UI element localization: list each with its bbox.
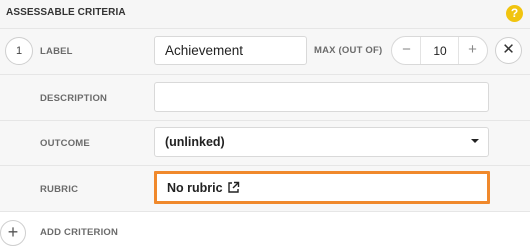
rubric-value: No rubric — [167, 181, 223, 195]
criterion-label-input[interactable]: Achievement — [154, 36, 307, 65]
max-out-of-label: MAX (OUT OF) — [314, 45, 383, 56]
stepper-divider — [420, 37, 421, 64]
increment-button[interactable]: + — [462, 40, 483, 61]
section-title: ASSESSABLE CRITERIA — [6, 7, 126, 18]
outcome-select[interactable]: (unlinked) — [154, 127, 489, 157]
help-icon[interactable]: ? — [506, 5, 523, 22]
description-input[interactable] — [154, 82, 489, 112]
stepper-divider — [458, 37, 459, 64]
max-score-stepper: − 10 + — [391, 36, 488, 65]
remove-criterion-button[interactable]: ✕ — [495, 37, 522, 64]
label-field-label: LABEL — [40, 46, 73, 57]
caret-down-icon — [471, 139, 479, 143]
add-criterion-label: ADD CRITERION — [40, 227, 119, 238]
close-icon: ✕ — [502, 41, 515, 58]
outcome-field-label: OUTCOME — [40, 138, 90, 149]
outcome-selected-value: (unlinked) — [165, 135, 225, 149]
decrement-button[interactable]: − — [396, 40, 417, 61]
criteria-header: ASSESSABLE CRITERIA ? — [0, 0, 530, 29]
rubric-link[interactable]: No rubric — [154, 171, 490, 204]
rubric-field-label: RUBRIC — [40, 184, 79, 195]
external-link-icon — [228, 181, 240, 193]
plus-icon[interactable]: + — [0, 220, 26, 246]
description-field-label: DESCRIPTION — [40, 93, 108, 104]
criterion-number-badge: 1 — [5, 37, 33, 65]
max-score-value[interactable]: 10 — [422, 44, 458, 58]
add-criterion-row[interactable]: + ADD CRITERION — [0, 215, 530, 247]
